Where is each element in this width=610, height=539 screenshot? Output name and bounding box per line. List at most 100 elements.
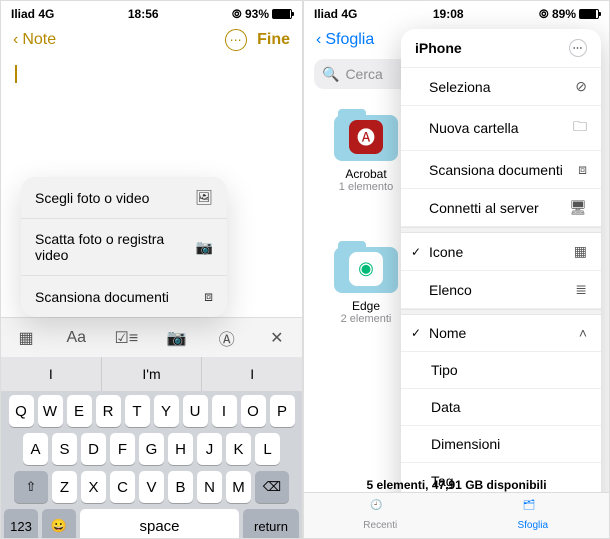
new-folder-icon: 🗀 bbox=[573, 116, 587, 140]
key-g[interactable]: G bbox=[139, 433, 164, 465]
table-icon[interactable]: ▦ bbox=[11, 323, 41, 353]
key-b[interactable]: B bbox=[168, 471, 193, 503]
shift-key[interactable]: ⇧ bbox=[14, 471, 48, 503]
folder-name: Edge bbox=[326, 299, 406, 313]
key-m[interactable]: M bbox=[226, 471, 251, 503]
predictive-bar: I I'm I bbox=[1, 357, 302, 391]
key-e[interactable]: E bbox=[67, 395, 92, 427]
folder-icon: ◉ bbox=[334, 239, 398, 293]
key-v[interactable]: V bbox=[139, 471, 164, 503]
note-editor[interactable]: Scegli foto o video 🖼 Scatta foto o regi… bbox=[1, 57, 302, 317]
nav-bar: ‹ Note ⋯ Fine bbox=[1, 23, 302, 57]
folder-icon: 🗂 bbox=[523, 500, 543, 518]
dropdown-title: iPhone ⋯ bbox=[401, 29, 601, 68]
carrier-label: Iliad 4G bbox=[314, 7, 357, 21]
key-k[interactable]: K bbox=[226, 433, 251, 465]
menu-take-photo[interactable]: Scatta foto o registra video 📷 bbox=[21, 219, 227, 276]
key-j[interactable]: J bbox=[197, 433, 222, 465]
chevron-up-icon: ˄ bbox=[579, 325, 587, 341]
battery-icon bbox=[579, 9, 599, 19]
select-icon: ⊘ bbox=[575, 78, 587, 95]
notes-screen: Iliad 4G 18:56 ⦾ 93% ‹ Note ⋯ Fine Scegl… bbox=[0, 0, 303, 539]
key-d[interactable]: D bbox=[81, 433, 106, 465]
key-i[interactable]: I bbox=[212, 395, 237, 427]
key-x[interactable]: X bbox=[81, 471, 106, 503]
emoji-key[interactable]: 😀 bbox=[42, 509, 76, 539]
key-o[interactable]: O bbox=[241, 395, 266, 427]
tab-recents[interactable]: 🕘 Recenti bbox=[304, 493, 457, 538]
check-icon: ✓ bbox=[411, 326, 421, 340]
opt-view-icons[interactable]: ✓Icone▦ bbox=[401, 233, 601, 271]
menu-label: Scatta foto o registra video bbox=[35, 231, 175, 263]
more-button[interactable]: ⋯ bbox=[225, 29, 247, 51]
status-bar: Iliad 4G 19:08 ⦾ 89% bbox=[304, 1, 609, 23]
key-c[interactable]: C bbox=[110, 471, 135, 503]
space-key[interactable]: space bbox=[80, 509, 239, 539]
opt-sort-type[interactable]: Tipo bbox=[401, 352, 601, 389]
key-f[interactable]: F bbox=[110, 433, 135, 465]
menu-choose-photo[interactable]: Scegli foto o video 🖼 bbox=[21, 177, 227, 219]
key-w[interactable]: W bbox=[38, 395, 63, 427]
prediction-3[interactable]: I bbox=[202, 357, 302, 391]
clock: 18:56 bbox=[128, 7, 159, 21]
camera-toolbar-icon[interactable]: 📷 bbox=[162, 323, 192, 353]
opt-sort-date[interactable]: Data bbox=[401, 389, 601, 426]
key-a[interactable]: A bbox=[23, 433, 48, 465]
list-icon: ≣ bbox=[575, 281, 587, 298]
key-q[interactable]: Q bbox=[9, 395, 34, 427]
back-label: Sfoglia bbox=[325, 31, 374, 49]
key-y[interactable]: Y bbox=[154, 395, 179, 427]
clock-icon: 🕘 bbox=[370, 500, 390, 518]
menu-scan-documents[interactable]: Scansiona documenti ⧈ bbox=[21, 276, 227, 317]
prediction-2[interactable]: I'm bbox=[102, 357, 203, 391]
back-button[interactable]: ‹ Sfoglia bbox=[316, 31, 374, 49]
opt-sort-name[interactable]: ✓Nome˄ bbox=[401, 315, 601, 352]
key-s[interactable]: S bbox=[52, 433, 77, 465]
opt-scan-documents[interactable]: Scansiona documenti⧈ bbox=[401, 151, 601, 189]
done-button[interactable]: Fine bbox=[257, 31, 290, 49]
storage-status: 5 elementi, 47,91 GB disponibili bbox=[304, 478, 609, 492]
key-z[interactable]: Z bbox=[52, 471, 77, 503]
menu-label: Scansiona documenti bbox=[35, 289, 169, 305]
folder-count: 2 elementi bbox=[326, 313, 406, 325]
opt-select[interactable]: Seleziona⊘ bbox=[401, 68, 601, 106]
search-icon: 🔍 bbox=[322, 66, 339, 83]
options-dropdown: iPhone ⋯ Seleziona⊘ Nuova cartella🗀 Scan… bbox=[401, 29, 601, 539]
check-icon: ✓ bbox=[411, 245, 421, 259]
camera-icon: 📷 bbox=[196, 239, 213, 256]
folder-count: 1 elemento bbox=[326, 181, 406, 193]
edge-badge-icon: ◉ bbox=[349, 252, 383, 286]
back-label: Note bbox=[22, 31, 56, 49]
format-icon[interactable]: Aa bbox=[61, 323, 91, 353]
key-n[interactable]: N bbox=[197, 471, 222, 503]
opt-connect-server[interactable]: Connetti al server🖥 bbox=[401, 189, 601, 227]
grid-icon: ▦ bbox=[574, 243, 587, 260]
opt-view-list[interactable]: Elenco≣ bbox=[401, 271, 601, 309]
server-icon: 🖥 bbox=[569, 199, 587, 216]
prediction-1[interactable]: I bbox=[1, 357, 102, 391]
folder-acrobat[interactable]: 🅐 Acrobat 1 elemento bbox=[326, 107, 406, 193]
checklist-icon[interactable]: ☑≡ bbox=[111, 323, 141, 353]
battery-icon bbox=[272, 9, 292, 19]
markup-icon[interactable]: Ⓐ bbox=[212, 323, 242, 353]
numbers-key[interactable]: 123 bbox=[4, 509, 38, 539]
return-key[interactable]: return bbox=[243, 509, 299, 539]
more-icon[interactable]: ⋯ bbox=[569, 39, 587, 57]
text-cursor bbox=[15, 65, 17, 83]
key-p[interactable]: P bbox=[270, 395, 295, 427]
back-button[interactable]: ‹ Note bbox=[13, 31, 56, 49]
tab-browse[interactable]: 🗂 Sfoglia bbox=[457, 493, 610, 538]
backspace-key[interactable]: ⌫ bbox=[255, 471, 289, 503]
opt-sort-size[interactable]: Dimensioni bbox=[401, 426, 601, 463]
key-r[interactable]: R bbox=[96, 395, 121, 427]
opt-new-folder[interactable]: Nuova cartella🗀 bbox=[401, 106, 601, 151]
close-keyboard-icon[interactable]: ✕ bbox=[262, 323, 292, 353]
battery-fill bbox=[273, 10, 290, 18]
folder-edge[interactable]: ◉ Edge 2 elementi bbox=[326, 239, 406, 325]
clock: 19:08 bbox=[433, 7, 464, 21]
key-t[interactable]: T bbox=[125, 395, 150, 427]
key-l[interactable]: L bbox=[255, 433, 280, 465]
chevron-left-icon: ‹ bbox=[13, 31, 18, 49]
key-h[interactable]: H bbox=[168, 433, 193, 465]
key-u[interactable]: U bbox=[183, 395, 208, 427]
